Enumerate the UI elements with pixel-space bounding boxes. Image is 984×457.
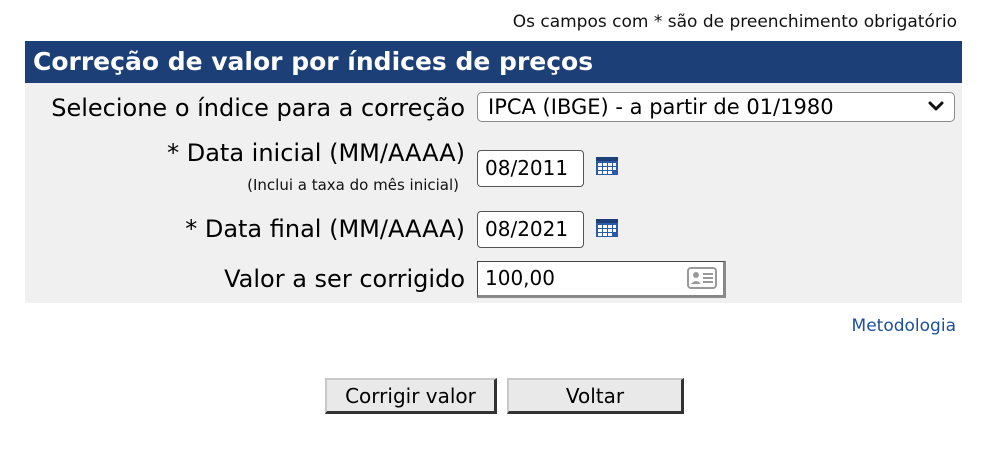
panel-title: Correção de valor por índices de preços	[25, 41, 962, 83]
back-button[interactable]: Voltar	[507, 378, 684, 414]
required-fields-note: Os campos com * são de preenchimento obr…	[512, 12, 957, 32]
correction-form-panel: Correção de valor por índices de preços …	[25, 41, 962, 303]
page: Os campos com * são de preenchimento obr…	[0, 0, 984, 457]
index-select[interactable]: IPCA (IBGE) - a partir de 01/1980	[477, 92, 955, 122]
correct-value-button[interactable]: Corrigir valor	[325, 378, 497, 414]
amount-input[interactable]: 100,00	[477, 261, 726, 298]
end-date-label: * Data final (MM/AAAA)	[185, 215, 465, 243]
start-date-hint: (Inclui a taxa do mês inicial)	[247, 176, 459, 194]
start-date-label: * Data inicial (MM/AAAA)	[167, 139, 465, 167]
chevron-down-icon	[928, 101, 944, 111]
amount-label: Valor a ser corrigido	[224, 265, 465, 293]
end-date-input[interactable]: 08/2021	[477, 211, 584, 248]
index-select-label: Selecione o índice para a correção	[51, 94, 465, 122]
index-select-value: IPCA (IBGE) - a partir de 01/1980	[488, 95, 834, 119]
contact-card-icon[interactable]	[687, 267, 717, 289]
start-date-input[interactable]: 08/2011	[477, 150, 584, 187]
calendar-icon[interactable]	[596, 219, 618, 237]
calendar-icon[interactable]	[596, 157, 618, 175]
methodology-link[interactable]: Metodologia	[852, 316, 956, 336]
amount-value: 100,00	[485, 266, 555, 290]
